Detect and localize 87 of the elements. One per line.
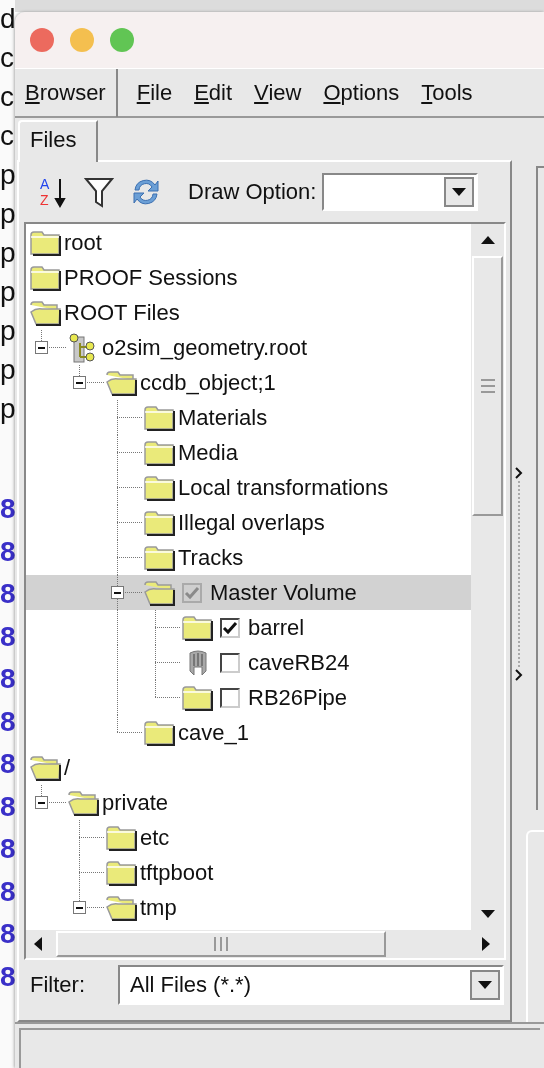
close-button[interactable]	[30, 28, 54, 52]
collapse-button[interactable]	[73, 376, 86, 389]
caret-icon	[452, 188, 467, 196]
terminal-text: p	[0, 392, 15, 426]
folder-icon	[30, 264, 62, 291]
scroll-up-button[interactable]	[480, 236, 495, 244]
collapse-button[interactable]	[35, 796, 48, 809]
terminal-text: p	[0, 353, 15, 387]
tree-item[interactable]: Illegal overlaps	[26, 505, 471, 540]
filter-label: Filter:	[30, 972, 86, 998]
terminal-text: p	[0, 275, 15, 309]
scroll-right-button[interactable]	[482, 937, 490, 951]
chevron-icon[interactable]	[515, 467, 523, 479]
refresh-icon[interactable]	[130, 176, 162, 208]
collapse-button[interactable]	[35, 341, 48, 354]
terminal-text: c	[0, 119, 15, 153]
menu-item[interactable]: Options	[312, 68, 411, 117]
terminal-text: 8	[0, 959, 15, 994]
terminal-text: p	[0, 236, 15, 270]
tree-item[interactable]: Materials	[26, 400, 471, 435]
checkbox[interactable]	[220, 617, 240, 638]
terminal-text: 8	[0, 619, 15, 654]
collapse-button[interactable]	[73, 901, 86, 914]
files-tab[interactable]: Files	[18, 120, 99, 162]
folder-icon	[106, 824, 138, 851]
collapse-button[interactable]	[111, 586, 124, 599]
tree-item[interactable]: ccdb_object;1	[26, 365, 471, 400]
folder-icon	[182, 614, 214, 641]
tree-item[interactable]: barrel	[26, 610, 471, 645]
tree-item[interactable]: ROOT Files	[26, 295, 471, 330]
terminal-text: 8	[0, 534, 15, 569]
folder-icon	[30, 229, 62, 256]
folder-icon	[182, 684, 214, 711]
folder-icon	[144, 439, 176, 466]
tree-item[interactable]: Tracks	[26, 540, 471, 575]
tree-item[interactable]: tftpboot	[26, 855, 471, 890]
terminal-text: p	[0, 197, 15, 231]
draw-option-label: Draw Option:	[188, 179, 317, 205]
filter-icon[interactable]	[84, 176, 114, 208]
terminal-text: 8	[0, 492, 15, 526]
terminal-text: p	[0, 158, 15, 192]
terminal-text: 8	[0, 789, 15, 824]
scrollbar-thumb[interactable]	[472, 256, 503, 516]
terminal-text: 8	[0, 704, 15, 739]
caret-icon	[478, 981, 492, 989]
folder-icon	[144, 404, 176, 431]
tree-item[interactable]: o2sim_geometry.root	[26, 330, 471, 365]
terminal-text: 8	[0, 662, 15, 696]
filter-dropdown[interactable]: All Files (*.*)	[118, 965, 504, 1005]
terminal-text: 8	[0, 832, 15, 866]
tree-item[interactable]: Master Volume	[26, 575, 471, 610]
terminal-text: 8	[0, 747, 15, 781]
terminal-text: 8	[0, 577, 15, 611]
tree-item[interactable]: caveRB24	[26, 645, 471, 680]
terminal-text: p	[0, 314, 15, 348]
checkbox[interactable]	[220, 652, 240, 673]
dropdown-button[interactable]	[444, 177, 475, 207]
tree-item[interactable]: etc	[26, 820, 471, 855]
tree-item[interactable]: /	[26, 750, 471, 785]
terminal-text: 8	[0, 874, 15, 909]
tree-item[interactable]: RB26Pipe	[26, 680, 471, 715]
folder-icon	[106, 859, 138, 886]
chevron-icon[interactable]	[515, 669, 523, 681]
tree-item[interactable]: tmp	[26, 890, 471, 925]
menu-item[interactable]: View	[243, 68, 313, 117]
scrollbar-thumb[interactable]	[56, 931, 386, 957]
scroll-left-button[interactable]	[34, 937, 42, 951]
terminal-text: 8	[0, 917, 15, 951]
terminal-text: d	[0, 2, 15, 36]
terminal-text: c	[0, 80, 15, 114]
folder-icon	[144, 544, 176, 571]
menu-item[interactable]: Tools	[410, 68, 484, 117]
tree-item[interactable]: Local transformations	[26, 470, 471, 505]
tree-item[interactable]: Media	[26, 435, 471, 470]
menu-item[interactable]: File	[125, 68, 184, 117]
folder-icon	[144, 719, 176, 746]
tree-item[interactable]: cave_1	[26, 715, 471, 750]
checkbox[interactable]	[220, 687, 240, 708]
folder-icon	[144, 509, 176, 536]
tree-item[interactable]: PROOF Sessions	[26, 260, 471, 295]
menu-item[interactable]: Edit	[183, 68, 244, 117]
tree-item[interactable]: private	[26, 785, 471, 820]
dropdown-button[interactable]	[470, 970, 500, 1000]
folder-icon	[144, 474, 176, 501]
terminal-text: c	[0, 41, 15, 75]
scroll-down-button[interactable]	[480, 910, 495, 918]
tree-item[interactable]: root	[26, 225, 471, 260]
